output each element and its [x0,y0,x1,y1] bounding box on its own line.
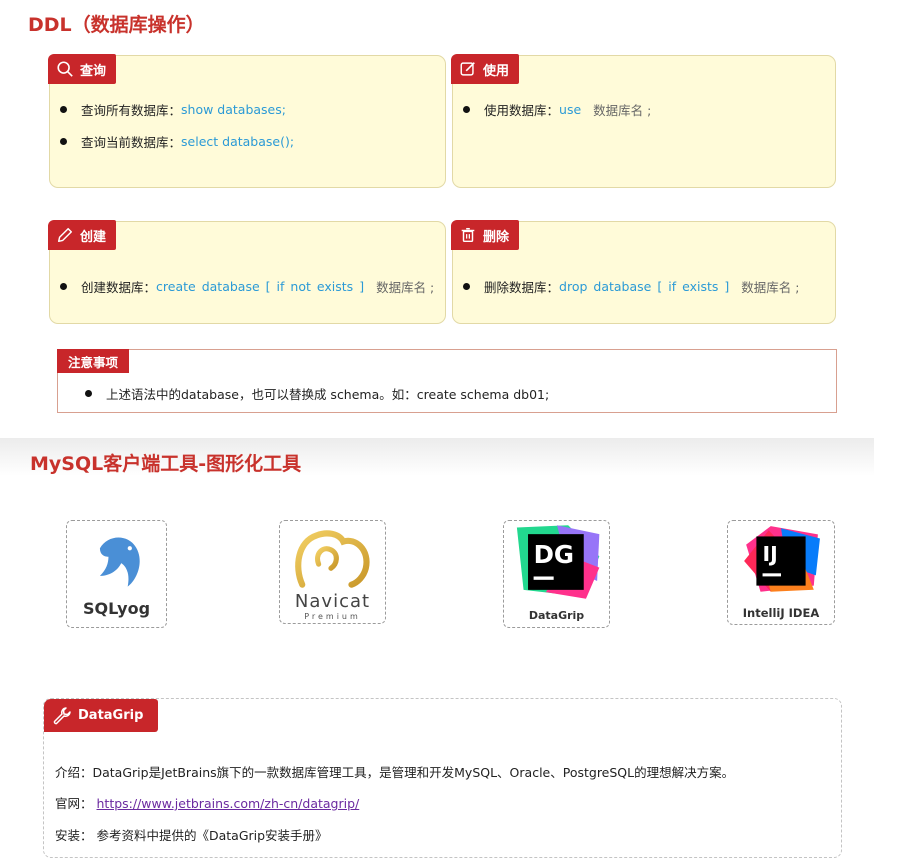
code-bracket-open: [ [265,279,271,294]
delete-tag: 删除 [451,220,520,250]
tool-name: IntelliJ IDEA [742,606,820,620]
code-bracket-open: [ [657,279,663,294]
wrench-icon [53,706,71,724]
query-tag-label: 查询 [80,63,107,79]
code-if: if [668,279,677,294]
code-database: database [593,279,652,294]
tool-sqlyog: SQLyog [66,520,167,628]
code-exists: exists [316,279,354,294]
delete-tag-label: 删除 [483,229,510,245]
code-exists: exists [682,279,719,294]
item-code: show databases; [181,102,286,117]
item-suffix: 数据库名 ; [593,103,652,118]
site-label: 官网： [55,796,93,811]
code-database: database [201,279,260,294]
datagrip-tag: DataGrip [44,699,158,732]
trash-icon [461,227,475,243]
item-code: use [559,102,582,117]
note-text: 上述语法中的database，也可以替换成 schema。如：create sc… [106,387,550,402]
code-not: not [290,279,311,294]
dolphin-icon [99,537,140,587]
pencil-icon [57,227,73,243]
list-item: 删除数据库： drop database [ if exists ] 数据库名 … [463,277,799,296]
create-card: 创建 创建数据库： create database [ if not exist… [48,220,446,324]
code-bracket-close: ] [359,279,365,294]
use-card: 使用 使用数据库： use 数据库名 ; [451,54,836,188]
item-suffix: 数据库名 ; [376,280,435,295]
tool-intellij: IJ IntelliJ IDEA [727,520,835,625]
code-create: create [156,279,196,294]
code-bracket-close: ] [724,279,730,294]
note-box: 注意事项 上述语法中的database，也可以替换成 schema。如：crea… [57,349,837,413]
tool-datagrip: DG DataGrip [503,520,610,628]
item-label: 使用数据库： [484,103,560,118]
datagrip-site: 官网： https://www.jetbrains.com/zh-cn/data… [55,793,359,812]
intellij-logo-icon: IJ [744,526,820,592]
site-link[interactable]: https://www.jetbrains.com/zh-cn/datagrip… [97,796,360,811]
item-suffix: 数据库名 ; [741,280,800,295]
datagrip-tag-label: DataGrip [78,708,144,723]
query-tag: 查询 [48,54,117,84]
use-tag: 使用 [451,54,520,84]
tool-navicat: Navicat Premium [279,520,386,624]
create-tag-label: 创建 [80,229,107,245]
search-icon [57,61,73,77]
item-label: 删除数据库： [484,280,560,295]
datagrip-intro: 介绍：DataGrip是JetBrains旗下的一款数据库管理工具，是管理和开发… [55,765,735,780]
logo-text: DG [534,540,574,569]
use-tag-label: 使用 [483,63,510,79]
tool-name: SQLyog [82,599,151,618]
item-label: 查询所有数据库： [81,103,182,118]
list-item: 创建数据库： create database [ if not exists ]… [60,277,434,296]
list-item: 查询当前数据库： select database(); [60,132,294,151]
ddl-title: DDL（数据库操作） [28,14,205,36]
datagrip-install: 安装： 参考资料中提供的《DataGrip安装手册》 [55,828,328,843]
delete-card: 删除 删除数据库： drop database [ if exists ] 数据… [451,220,836,324]
item-label: 创建数据库： [81,280,157,295]
query-card: 查询 查询所有数据库： show databases; 查询当前数据库： sel… [48,54,446,188]
code-if: if [276,279,285,294]
note-item: 上述语法中的database，也可以替换成 schema。如：create sc… [85,384,549,403]
list-item: 查询所有数据库： show databases; [60,100,286,119]
create-tag: 创建 [48,220,117,250]
item-label: 查询当前数据库： [81,135,182,150]
note-tag: 注意事项 [57,349,130,373]
item-code: select database(); [181,134,295,149]
list-item: 使用数据库： use 数据库名 ; [463,100,651,119]
edit-icon [460,62,475,76]
tool-subtitle: Premium [304,612,361,621]
code-drop: drop [559,279,588,294]
navicat-logo-icon [295,530,370,588]
datagrip-logo-icon: DG [516,525,600,599]
tools-title: MySQL客户端工具-图形化工具 [30,453,302,475]
tool-name: DataGrip [528,609,585,622]
logo-text: IJ [763,542,778,566]
tool-name: Navicat [294,591,371,612]
